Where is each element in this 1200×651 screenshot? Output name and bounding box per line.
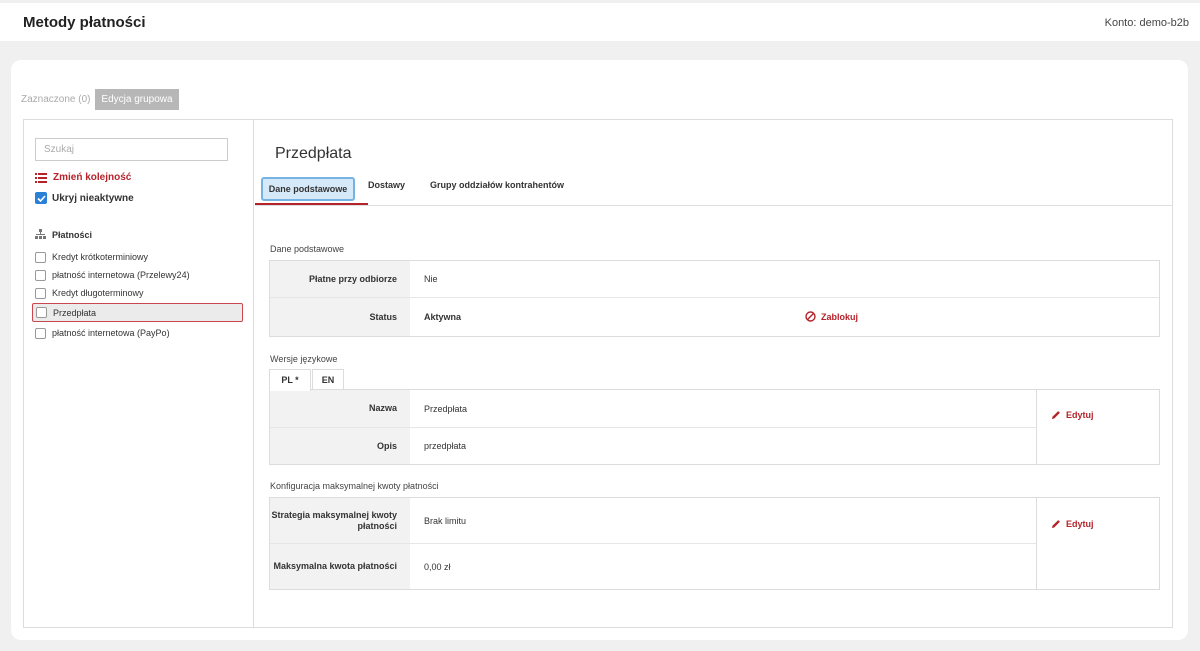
content-card: Zaznaczone (0) Edycja grupowa Zmień kole…: [11, 60, 1188, 640]
block-label: Zablokuj: [821, 311, 859, 322]
tab-branch-groups[interactable]: Grupy oddziałów kontrahentów: [430, 180, 564, 190]
tree-header-label: Płatności: [52, 229, 93, 240]
tab-lang-pl[interactable]: PL *: [269, 369, 311, 391]
block-button[interactable]: Zablokuj: [805, 311, 858, 322]
checkbox[interactable]: [36, 307, 47, 318]
field-label: Nazwa: [270, 390, 410, 427]
edit-column: Edytuj: [1036, 498, 1159, 589]
table-row: Status Aktywna Zablokuj: [270, 298, 1159, 336]
list-item[interactable]: Kredyt krótkoterminiowy: [35, 250, 148, 264]
field-label: Opis: [270, 428, 410, 464]
top-bar: Metody płatności Konto: demo-b2b: [0, 3, 1200, 41]
reorder-label: Zmień kolejność: [53, 172, 132, 183]
edit-label: Edytuj: [1066, 519, 1094, 529]
list-item-label: płatność internetowa (Przelewy24): [52, 270, 190, 280]
checkbox[interactable]: [35, 287, 46, 299]
edit-label: Edytuj: [1066, 410, 1094, 420]
list-item[interactable]: płatność internetowa (Przelewy24): [35, 268, 190, 282]
field-label: Płatne przy odbiorze: [270, 261, 410, 297]
list-item-label: Kredyt długoterminowy: [52, 288, 144, 298]
field-value: Przedpłata: [424, 403, 468, 414]
list-item[interactable]: płatność internetowa (PayPo): [35, 326, 170, 340]
field-label: Strategia maksymalnej kwoty płatności: [270, 498, 410, 543]
edit-button[interactable]: Edytuj: [1051, 519, 1094, 529]
search-input[interactable]: [35, 138, 228, 161]
tab-basic-data[interactable]: Dane podstawowe: [261, 177, 355, 201]
basic-data-table: Płatne przy odbiorze Nie Status Aktywna …: [269, 260, 1160, 337]
list-item[interactable]: Kredyt długoterminowy: [35, 286, 144, 300]
list-item-label: Kredyt krótkoterminiowy: [52, 252, 149, 262]
pencil-icon: [1052, 411, 1060, 419]
sidebar: Zmień kolejność Ukryj nieaktywne Płatnoś…: [24, 120, 254, 627]
section-label: Konfiguracja maksymalnej kwoty płatności: [270, 481, 439, 491]
selected-count: Zaznaczone (0): [21, 94, 91, 105]
page-title: Metody płatności: [23, 14, 146, 31]
hide-inactive-label: Ukryj nieaktywne: [52, 192, 134, 204]
list-item-label: Przedpłata: [53, 307, 97, 318]
field-value: 0,00 zł: [424, 561, 451, 572]
hide-inactive-toggle[interactable]: Ukryj nieaktywne: [35, 192, 134, 204]
list-item-selected[interactable]: Przedpłata: [32, 303, 243, 322]
section-label: Wersje językowe: [270, 354, 338, 364]
checkbox[interactable]: [35, 251, 46, 263]
field-value: Nie: [424, 274, 438, 284]
edit-button[interactable]: Edytuj: [1051, 410, 1094, 420]
table-row: Nazwa Przedpłata: [270, 390, 1037, 428]
languages-table: Nazwa Przedpłata Opis przedpłata Edytuj: [269, 389, 1160, 465]
check-icon: [35, 192, 47, 204]
field-value: przedpłata: [424, 441, 467, 451]
tab-lang-en[interactable]: EN: [312, 369, 344, 390]
detail-title: Przedpłata: [275, 145, 352, 162]
list-icon: [35, 172, 47, 183]
field-value: Brak limitu: [424, 515, 467, 526]
section-label: Dane podstawowe: [270, 244, 345, 254]
main-frame: Zmień kolejność Ukryj nieaktywne Płatnoś…: [23, 119, 1173, 628]
field-label: Status: [270, 298, 410, 336]
checkbox[interactable]: [35, 269, 46, 281]
limit-table: Strategia maksymalnej kwoty płatności Br…: [269, 497, 1160, 590]
active-tab-indicator: [255, 203, 368, 205]
field-label: Maksymalna kwota płatności: [270, 544, 410, 589]
tabs-divider: [255, 205, 1172, 206]
table-row: Maksymalna kwota płatności 0,00 zł: [270, 544, 1037, 589]
list-item-label: płatność internetowa (PayPo): [52, 328, 170, 338]
group-edit-button[interactable]: Edycja grupowa: [95, 89, 179, 110]
status-value: Aktywna: [424, 312, 462, 322]
table-row: Opis przedpłata: [270, 428, 1037, 464]
edit-column: Edytuj: [1036, 390, 1159, 464]
account-label: Konto: demo-b2b: [1104, 17, 1189, 29]
tab-deliveries[interactable]: Dostawy: [368, 180, 405, 190]
pencil-icon: [1052, 520, 1060, 528]
detail-panel: Przedpłata Dane podstawowe Dostawy Grupy…: [255, 120, 1172, 627]
block-icon: [805, 311, 816, 322]
tree-icon: [35, 229, 46, 239]
table-row: Płatne przy odbiorze Nie: [270, 261, 1159, 298]
table-row: Strategia maksymalnej kwoty płatności Br…: [270, 498, 1037, 544]
checkbox[interactable]: [35, 327, 46, 339]
tree-header: Płatności: [35, 229, 92, 240]
reorder-link[interactable]: Zmień kolejność: [35, 172, 131, 183]
